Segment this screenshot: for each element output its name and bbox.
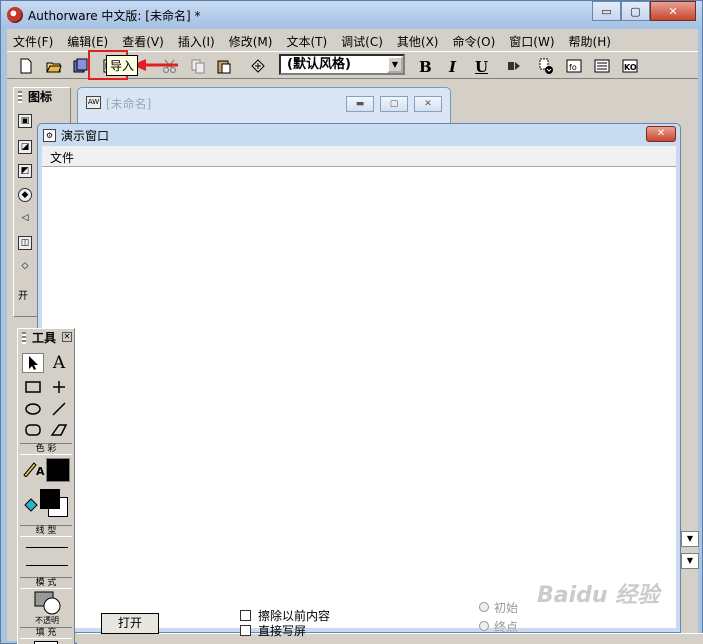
control-panel-icon[interactable]	[535, 55, 557, 77]
erase-icon[interactable]: ◪	[18, 140, 32, 154]
open-icon[interactable]	[43, 55, 65, 77]
function-icon[interactable]: fo	[563, 55, 585, 77]
minimize-button[interactable]: ▭	[592, 1, 621, 21]
rounded-rectangle-tool-icon[interactable]	[22, 420, 44, 440]
open-button[interactable]: 打开	[101, 613, 159, 634]
menu-view[interactable]: 查看(V)	[116, 31, 172, 51]
initial-radio[interactable]	[479, 602, 489, 612]
line-section-label: 线 型	[20, 525, 72, 537]
client-area: 文件(F) 编辑(E) 查看(V) 插入(I) 修改(M) 文本(T) 调试(C…	[7, 29, 703, 644]
baidu-watermark: Baidu 经验	[537, 583, 660, 608]
menu-text[interactable]: 文本(T)	[280, 31, 335, 51]
flowline-minimize-button[interactable]: ▬	[346, 96, 374, 112]
map-icon[interactable]: ◫	[18, 236, 32, 250]
menu-window[interactable]: 窗口(W)	[503, 31, 562, 51]
svg-text:fo: fo	[569, 63, 577, 72]
calculation-icon[interactable]: ◁	[18, 212, 32, 226]
application-window: Authorware 中文版: [未命名] * ▭ ▢ ✕ 文件(F) 编辑(E…	[0, 0, 703, 644]
fill-section-label: 填 充	[20, 627, 72, 639]
bold-button[interactable]: B	[419, 58, 432, 76]
new-icon[interactable]	[15, 55, 37, 77]
properties-panel	[77, 633, 703, 644]
flowline-window-icon: AW	[86, 96, 101, 109]
presentation-window-titlebar: ⚙ 演示窗口 ✕	[38, 124, 680, 146]
menu-insert[interactable]: 插入(I)	[172, 31, 223, 51]
direct-to-screen-checkbox[interactable]	[240, 625, 251, 636]
side-dropdown-2[interactable]: ▼	[681, 553, 699, 569]
straight-line-tool-icon[interactable]	[48, 377, 70, 397]
initial-radio-label: 初始	[494, 601, 519, 615]
rectangle-tool-icon[interactable]	[22, 377, 44, 397]
erase-previous-checkbox[interactable]	[240, 610, 251, 621]
maximize-button[interactable]: ▢	[621, 1, 650, 21]
knowledge-object-icon[interactable]: KO	[619, 55, 641, 77]
red-arrow-icon	[132, 59, 178, 71]
menu-debug[interactable]: 调试(C)	[335, 31, 391, 51]
variables-icon[interactable]	[591, 55, 613, 77]
svg-text:KO: KO	[624, 63, 637, 72]
authorware-logo-icon	[7, 7, 23, 23]
text-color-label: A	[36, 465, 45, 478]
pointer-tool-icon[interactable]	[22, 353, 44, 373]
decision-icon[interactable]: ◆	[18, 188, 32, 202]
paste-icon[interactable]	[213, 55, 235, 77]
flowline-window-title: [未命名]	[106, 97, 152, 111]
presentation-menu-bar: 文件	[42, 146, 676, 166]
tools-palette-close-button[interactable]: ✕	[62, 332, 72, 342]
menu-other[interactable]: 其他(X)	[391, 31, 447, 51]
presentation-close-button[interactable]: ✕	[646, 126, 676, 142]
side-dropdown-1[interactable]: ▼	[681, 531, 699, 547]
start-flag-icon[interactable]: ◇	[18, 260, 32, 274]
italic-button[interactable]: I	[449, 58, 456, 76]
foreground-color-swatch[interactable]	[46, 458, 70, 482]
end-radio[interactable]	[479, 621, 489, 631]
menu-help[interactable]: 帮助(H)	[563, 31, 619, 51]
icons-palette-title: 图标	[14, 88, 70, 106]
text-style-select[interactable]: (默认风格) ▼	[279, 54, 405, 75]
presentation-canvas[interactable]	[42, 166, 676, 628]
presentation-window: ⚙ 演示窗口 ✕ 文件	[37, 123, 681, 633]
underline-button[interactable]: U	[475, 58, 488, 76]
presentation-window-icon: ⚙	[43, 129, 56, 142]
tools-palette: 工具 ✕ A 色 彩 A 线 型 模 式 不透明 填 充	[17, 328, 75, 644]
presentation-menu-file[interactable]: 文件	[50, 149, 74, 166]
presentation-window-title: 演示窗口	[61, 129, 110, 143]
motion-icon[interactable]: ◩	[18, 164, 32, 178]
copy-icon[interactable]	[187, 55, 209, 77]
mode-section-label: 模 式	[20, 577, 72, 589]
import-tooltip: 导入	[106, 55, 139, 76]
find-icon[interactable]	[247, 55, 269, 77]
foreground-fill-swatch[interactable]	[40, 489, 60, 509]
close-button[interactable]: ✕	[650, 1, 696, 21]
menu-command[interactable]: 命令(O)	[446, 31, 503, 51]
opaque-mode-icon[interactable]	[34, 591, 62, 615]
mode-value-label: 不透明	[35, 616, 59, 625]
icons-palette-start-label: 开	[18, 291, 28, 302]
end-radio-label: 终点	[494, 620, 519, 634]
diagonal-line-tool-icon[interactable]	[48, 399, 70, 419]
color-section-label: 色 彩	[20, 443, 72, 455]
flowline-maximize-button[interactable]: ▢	[380, 96, 408, 112]
direct-to-screen-label: 直接写屏	[258, 624, 307, 638]
chevron-down-icon[interactable]: ▼	[387, 56, 403, 73]
line-style-thin[interactable]	[26, 547, 68, 548]
display-icon[interactable]: ▣	[18, 114, 32, 128]
menu-modify[interactable]: 修改(M)	[223, 31, 281, 51]
fill-bucket-icon[interactable]	[20, 495, 42, 515]
menu-edit[interactable]: 编辑(E)	[61, 31, 116, 51]
text-tool-icon[interactable]: A	[48, 353, 70, 373]
flowline-close-button[interactable]: ✕	[414, 96, 442, 112]
title-bar: Authorware 中文版: [未命名] * ▭ ▢ ✕	[1, 1, 702, 29]
oval-tool-icon[interactable]	[22, 399, 44, 419]
window-title: Authorware 中文版: [未命名] *	[28, 9, 201, 23]
line-style-medium[interactable]	[26, 565, 68, 566]
polygon-tool-icon[interactable]	[48, 420, 70, 440]
text-style-value: (默认风格)	[287, 57, 351, 72]
menu-bar: 文件(F) 编辑(E) 查看(V) 插入(I) 修改(M) 文本(T) 调试(C…	[7, 31, 619, 51]
run-icon[interactable]	[503, 55, 525, 77]
menu-file[interactable]: 文件(F)	[7, 31, 61, 51]
